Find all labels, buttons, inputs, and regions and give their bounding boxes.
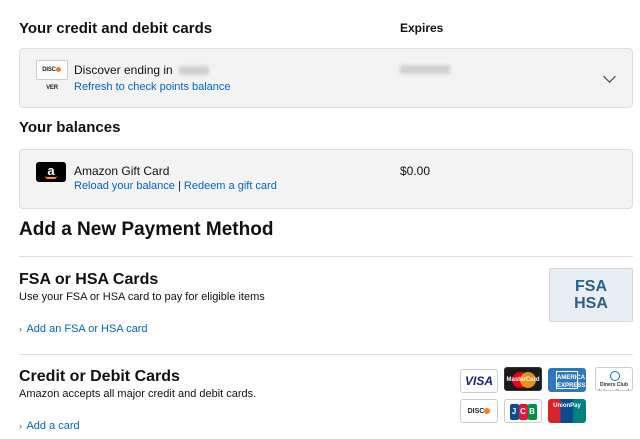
discover-logo-icon: DISCVER bbox=[460, 399, 498, 423]
fsa-section-title: FSA or HSA Cards bbox=[19, 271, 159, 288]
jcb-logo-icon: JCB bbox=[504, 399, 542, 423]
diners-club-logo-icon: Diners Club International bbox=[595, 367, 633, 391]
fsa-badge-line1: FSA bbox=[575, 278, 607, 295]
add-fsa-card-link[interactable]: Add an FSA or HSA card bbox=[26, 323, 147, 335]
divider bbox=[19, 354, 633, 355]
expiry-date-redacted bbox=[400, 65, 450, 74]
card-name-label: Discover ending in bbox=[74, 63, 173, 77]
card-number-redacted bbox=[179, 66, 210, 76]
add-fsa-card-link-wrap[interactable]: › Add an FSA or HSA card bbox=[19, 319, 148, 337]
unionpay-logo-icon: UnionPay bbox=[548, 399, 586, 423]
add-card-link-wrap[interactable]: › Add a card bbox=[19, 416, 80, 434]
amazon-logo-icon: a bbox=[36, 162, 66, 182]
credit-section-title: Credit or Debit Cards bbox=[19, 368, 180, 385]
cards-section-title: Your credit and debit cards bbox=[19, 20, 213, 37]
amex-logo-text: AMERICAN EXPRESS bbox=[556, 371, 585, 389]
redeem-gift-card-link[interactable]: Redeem a gift card bbox=[184, 180, 277, 192]
chevron-right-icon: › bbox=[19, 421, 22, 431]
mastercard-logo-icon: MasterCard bbox=[504, 367, 542, 391]
discover-card-row[interactable] bbox=[19, 48, 633, 108]
add-card-link[interactable]: Add a card bbox=[26, 420, 79, 432]
gift-card-name: Amazon Gift Card bbox=[74, 164, 170, 178]
fsa-hsa-badge: FSA HSA bbox=[549, 268, 633, 322]
chevron-right-icon: › bbox=[19, 324, 22, 334]
visa-logo-icon: VISA bbox=[460, 369, 498, 393]
balances-section-title: Your balances bbox=[19, 119, 121, 136]
amex-logo-icon: AMERICAN EXPRESS bbox=[548, 368, 586, 392]
gift-card-links: Reload your balance | Redeem a gift card bbox=[74, 180, 277, 192]
fsa-description: Use your FSA or HSA card to pay for elig… bbox=[19, 291, 265, 303]
divider bbox=[19, 256, 633, 257]
refresh-points-link[interactable]: Refresh to check points balance bbox=[74, 81, 231, 93]
discover-card-logo: DISCVER bbox=[36, 60, 68, 91]
reload-balance-link[interactable]: Reload your balance bbox=[74, 180, 175, 192]
fsa-badge-line2: HSA bbox=[574, 295, 608, 312]
mastercard-logo-text: MasterCard bbox=[506, 377, 540, 383]
diners-logo-text: Diners Club International bbox=[599, 382, 629, 390]
gift-card-balance: $0.00 bbox=[400, 164, 431, 178]
unionpay-logo-text: UnionPay bbox=[553, 403, 581, 409]
expires-column-header: Expires bbox=[400, 21, 444, 35]
link-separator: | bbox=[177, 180, 181, 192]
credit-description: Amazon accepts all major credit and debi… bbox=[19, 388, 257, 400]
card-name: Discover ending in bbox=[74, 63, 210, 77]
add-payment-title: Add a New Payment Method bbox=[19, 219, 274, 240]
gift-card-row bbox=[19, 149, 633, 209]
